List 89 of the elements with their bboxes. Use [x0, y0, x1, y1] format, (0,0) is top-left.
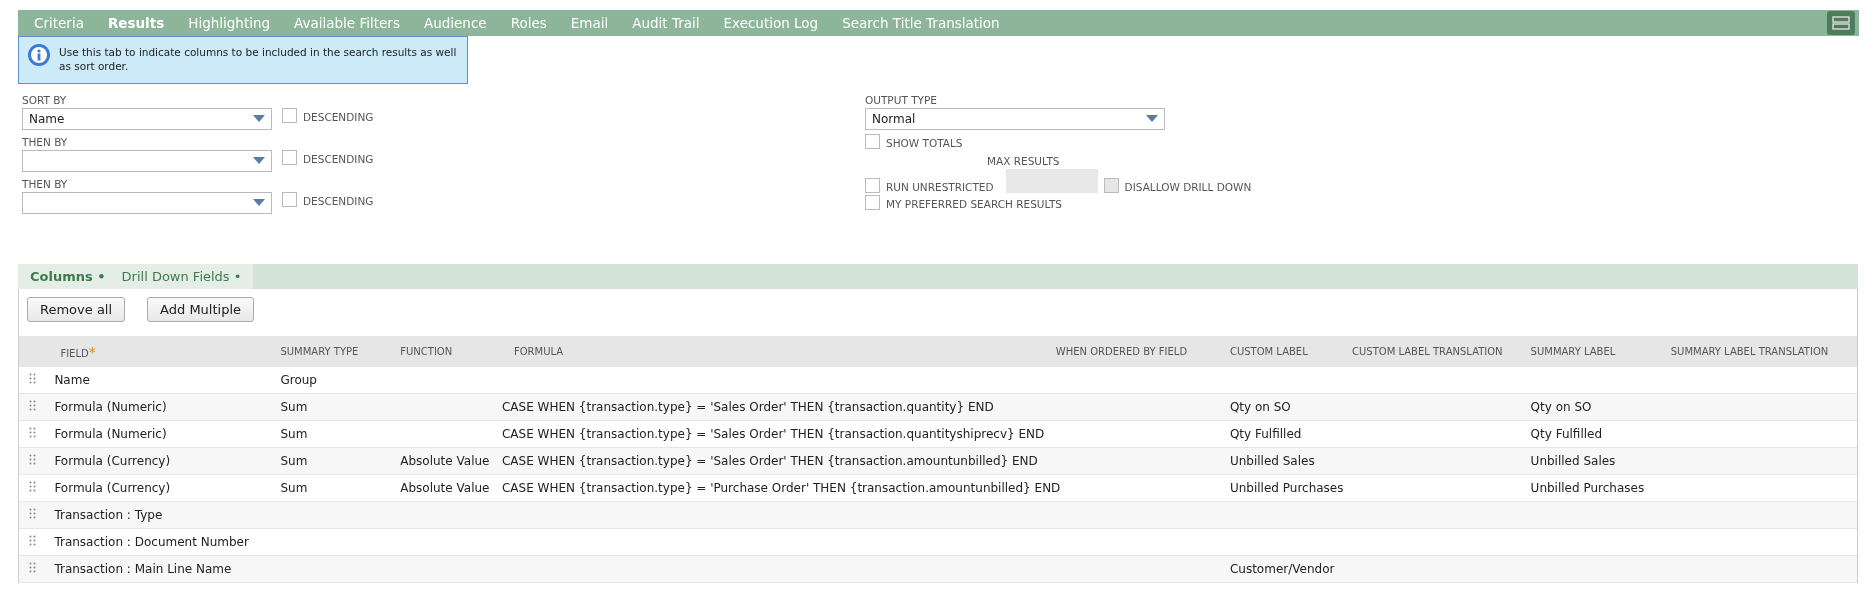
table-cell: Qty on SO — [1229, 400, 1291, 414]
tab[interactable]: Execution Log — [711, 15, 831, 31]
table-cell: Qty Fulfilled — [1229, 427, 1302, 441]
tab[interactable]: Search Title Translation — [830, 15, 1012, 31]
table-cell: Transaction : Type — [54, 508, 163, 522]
table-cell: Name — [54, 373, 90, 387]
drag-handle-icon[interactable] — [29, 373, 36, 384]
field-label: MAX RESULTS — [987, 155, 1061, 169]
checkbox[interactable] — [865, 134, 880, 149]
field-label: SORT BY — [22, 94, 68, 108]
checkbox[interactable] — [282, 192, 297, 207]
tab[interactable]: Available Filters — [282, 15, 412, 31]
checkbox-label: MY PREFERRED SEARCH RESULTS — [886, 198, 1062, 210]
tab[interactable]: Email — [558, 15, 621, 31]
tab[interactable]: Results — [95, 15, 177, 31]
dropdown[interactable] — [22, 192, 272, 214]
column-header: CUSTOM LABEL TRANSLATION — [1352, 346, 1503, 357]
table-cell: Unbilled Sales — [1229, 454, 1315, 468]
column-header: FORMULA — [513, 346, 564, 357]
column-header: FUNCTION — [400, 346, 453, 357]
table-cell: CASE WHEN {transaction.type} = 'Sales Order' THEN {transaction.amountunbilled} END — [501, 454, 1038, 468]
table-cell: Unbilled Sales — [1530, 454, 1616, 468]
tab[interactable]: Roles — [498, 15, 559, 31]
required-mark: * — [88, 343, 96, 360]
column-header: SUMMARY LABEL — [1530, 346, 1616, 357]
drag-handle-icon[interactable] — [29, 400, 36, 411]
checkbox[interactable] — [865, 178, 880, 193]
subtab[interactable]: Drill Down Fields • — [113, 269, 250, 284]
table-cell: Formula (Numeric) — [54, 427, 167, 441]
menu-icon[interactable] — [1827, 11, 1855, 35]
dropdown[interactable]: Normal — [865, 108, 1165, 130]
drag-handle-icon[interactable] — [29, 427, 36, 438]
table-cell: Formula (Currency) — [54, 481, 171, 495]
column-header: WHEN ORDERED BY FIELD — [1055, 346, 1188, 357]
table-cell: Formula (Numeric) — [54, 400, 167, 414]
tab[interactable]: Audit Trail — [620, 15, 712, 31]
field-label: THEN BY — [22, 136, 69, 150]
table-cell: Formula (Currency) — [54, 454, 171, 468]
table-cell: Unbilled Purchases — [1229, 481, 1344, 495]
table-cell: Customer/Vendor — [1229, 562, 1335, 576]
checkbox[interactable] — [282, 108, 297, 123]
dropdown[interactable] — [22, 150, 272, 172]
drag-handle-icon[interactable] — [29, 535, 36, 546]
caret-icon — [253, 199, 265, 207]
table-cell: Absolute Value — [400, 481, 490, 495]
checkbox-label: DESCENDING — [303, 153, 374, 165]
tab[interactable]: Audience — [411, 15, 499, 31]
checkbox-label: SHOW TOTALS — [886, 137, 963, 149]
checkbox-label: RUN UNRESTRICTED — [886, 181, 994, 193]
table-cell: Sum — [280, 427, 308, 441]
checkbox-label: DESCENDING — [303, 111, 374, 123]
table-cell: CASE WHEN {transaction.type} = 'Sales Order' THEN {transaction.quantityshiprecv} END — [501, 427, 1045, 441]
drag-handle-icon[interactable] — [29, 481, 36, 492]
drag-handle-icon[interactable] — [29, 562, 36, 573]
action-button[interactable]: Add Multiple — [147, 297, 255, 322]
table-cell: CASE WHEN {transaction.type} = 'Purchase Order' THEN {transaction.amountunbilled} END — [501, 481, 1061, 495]
table-cell: Qty Fulfilled — [1530, 427, 1603, 441]
field-label: THEN BY — [22, 178, 69, 192]
caret-icon — [253, 157, 265, 165]
table-cell: Sum — [280, 454, 308, 468]
table-cell: Unbilled Purchases — [1530, 481, 1645, 495]
caret-icon — [1146, 115, 1158, 123]
table-cell: Transaction : Main Line Name — [54, 562, 232, 576]
checkbox[interactable] — [865, 195, 880, 210]
column-header: SUMMARY LABEL TRANSLATION — [1670, 346, 1829, 357]
table-cell: Sum — [280, 400, 308, 414]
caret-icon — [253, 115, 265, 123]
action-button[interactable]: Remove all — [27, 297, 126, 322]
column-header: CUSTOM LABEL — [1229, 346, 1308, 357]
table-cell: Group — [280, 373, 317, 387]
drag-handle-icon[interactable] — [29, 508, 36, 519]
column-header: FIELD — [60, 347, 89, 359]
column-header: SUMMARY TYPE — [280, 346, 359, 357]
tab[interactable]: Criteria — [22, 15, 96, 31]
tab[interactable]: Highlighting — [176, 15, 283, 31]
table-cell: Absolute Value — [400, 454, 490, 468]
checkbox-label: DISALLOW DRILL DOWN — [1124, 181, 1252, 193]
dropdown[interactable]: Name — [22, 108, 272, 130]
field-label: OUTPUT TYPE — [865, 94, 938, 108]
table-cell: CASE WHEN {transaction.type} = 'Sales Order' THEN {transaction.quantity} END — [501, 400, 994, 414]
subtab[interactable]: Columns • — [22, 269, 114, 284]
checkbox-label: DESCENDING — [303, 195, 374, 207]
info-message: Use this tab to indicate columns to be included in the search results as well as sort order. — [59, 45, 458, 74]
table-cell: Sum — [280, 481, 308, 495]
info-icon — [27, 43, 51, 67]
checkbox[interactable] — [282, 150, 297, 165]
drag-handle-icon[interactable] — [29, 454, 36, 465]
table-cell: Transaction : Document Number — [54, 535, 249, 549]
table-cell: Qty on SO — [1530, 400, 1592, 414]
